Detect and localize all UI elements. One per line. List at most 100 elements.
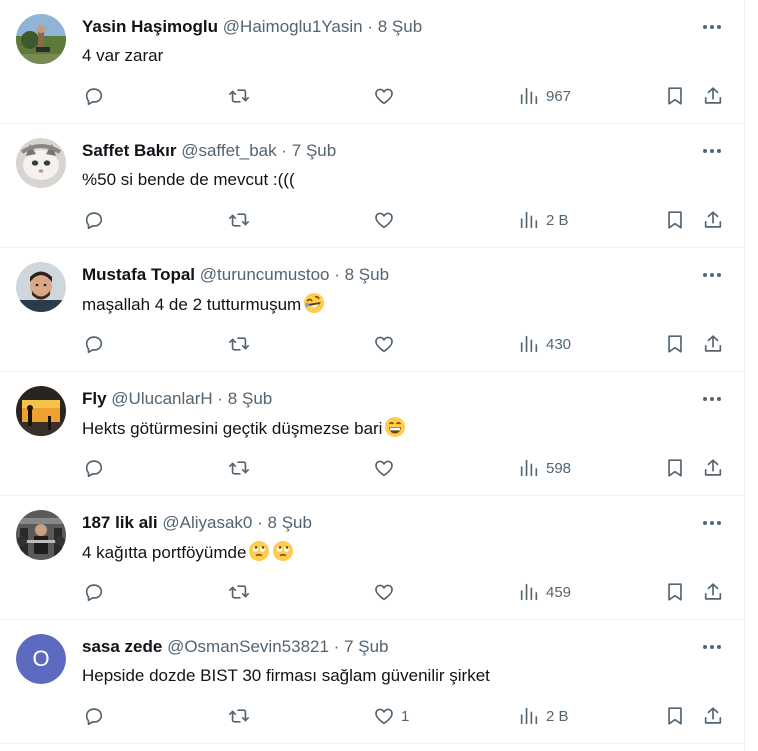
tweet-item[interactable]: Yasin Haşimoglu @Haimoglu1Yasin · 8 Şub … <box>0 0 745 124</box>
retweet-button[interactable] <box>228 704 250 728</box>
avatar[interactable]: O <box>16 634 66 684</box>
bookmark-button[interactable] <box>664 580 686 604</box>
share-button[interactable] <box>702 208 724 232</box>
tweet-text: 4 var zarar <box>82 44 163 68</box>
share-button[interactable] <box>702 456 724 480</box>
tweet-text-content: maşallah 4 de 2 tutturmuşum <box>82 295 302 314</box>
more-icon[interactable] <box>700 512 724 534</box>
bookmark-button[interactable] <box>664 84 686 108</box>
tweet-date[interactable]: 8 Şub <box>378 17 422 36</box>
bookmark-button[interactable] <box>664 332 686 356</box>
share-button[interactable] <box>702 332 724 356</box>
views-icon <box>520 459 538 477</box>
avatar[interactable] <box>16 262 66 312</box>
author-handle[interactable]: @saffet_bak <box>181 141 276 160</box>
author-handle[interactable]: @Aliyasak0 <box>162 513 252 532</box>
avatar[interactable] <box>16 138 66 188</box>
tweet-item[interactable]: O sasa zede @OsmanSevin53821 · 7 Şub Hep… <box>0 620 745 744</box>
retweet-button[interactable] <box>228 84 250 108</box>
tweet-item[interactable]: Fly @UlucanlarH · 8 Şub Hekts götürmesin… <box>0 372 745 496</box>
retweet-button[interactable] <box>228 580 250 604</box>
tweet-text-content: %50 si bende de mevcut :((( <box>82 170 295 189</box>
reply-button[interactable] <box>83 208 105 232</box>
views-button[interactable]: 430 <box>518 332 571 356</box>
views-button[interactable]: 967 <box>518 84 571 108</box>
tweet-date[interactable]: 7 Şub <box>344 637 388 656</box>
bookmark-icon <box>668 459 682 477</box>
tweet-text-content: Hekts götürmesini geçtik düşmezse bari <box>82 419 383 438</box>
like-button[interactable] <box>373 332 401 356</box>
reply-button[interactable] <box>83 332 105 356</box>
reply-button[interactable] <box>83 84 105 108</box>
author-name[interactable]: 187 lik ali <box>82 513 158 532</box>
retweet-button[interactable] <box>228 456 250 480</box>
views-icon <box>520 335 538 353</box>
tweet-header: Fly @UlucanlarH · 8 Şub <box>82 388 272 410</box>
bookmark-icon <box>668 707 682 725</box>
tweet-header: Mustafa Topal @turuncumustoo · 8 Şub <box>82 264 389 286</box>
share-button[interactable] <box>702 580 724 604</box>
more-icon[interactable] <box>700 140 724 162</box>
bookmark-button[interactable] <box>664 704 686 728</box>
retweet-icon <box>229 213 249 227</box>
tweet-item[interactable]: Mustafa Topal @turuncumustoo · 8 Şub maş… <box>0 248 745 372</box>
tweet-text: Hepside dozde BIST 30 firması sağlam güv… <box>82 664 490 688</box>
tweet-date[interactable]: 8 Şub <box>228 389 272 408</box>
reply-button[interactable] <box>83 456 105 480</box>
more-icon[interactable] <box>700 388 724 410</box>
tweet-item[interactable]: Saffet Bakır @saffet_bak · 7 Şub %50 si … <box>0 124 745 248</box>
bookmark-button[interactable] <box>664 208 686 232</box>
author-name[interactable]: Yasin Haşimoglu <box>82 17 218 36</box>
tweet-date[interactable]: 8 Şub <box>345 265 389 284</box>
views-icon <box>520 87 538 105</box>
views-button[interactable]: 2 B <box>518 208 569 232</box>
bookmark-icon <box>668 211 682 229</box>
retweet-button[interactable] <box>228 208 250 232</box>
author-handle[interactable]: @Haimoglu1Yasin <box>223 17 363 36</box>
reply-button[interactable] <box>83 580 105 604</box>
views-button[interactable]: 598 <box>518 456 571 480</box>
author-handle[interactable]: @OsmanSevin53821 <box>167 637 329 656</box>
more-icon[interactable] <box>700 636 724 658</box>
author-name[interactable]: sasa zede <box>82 637 162 656</box>
like-button[interactable] <box>373 208 401 232</box>
author-name[interactable]: Saffet Bakır <box>82 141 176 160</box>
reply-icon <box>85 584 103 602</box>
reply-button[interactable] <box>83 704 105 728</box>
like-icon <box>375 88 393 105</box>
avatar[interactable] <box>16 386 66 436</box>
like-button[interactable] <box>373 84 401 108</box>
avatar[interactable] <box>16 510 66 560</box>
views-button[interactable]: 2 B <box>518 704 569 728</box>
views-icon <box>520 583 538 601</box>
like-icon <box>375 460 393 477</box>
avatar[interactable] <box>16 14 66 64</box>
author-handle[interactable]: @UlucanlarH <box>111 389 212 408</box>
like-button[interactable] <box>373 456 401 480</box>
tweet-header: sasa zede @OsmanSevin53821 · 7 Şub <box>82 636 389 658</box>
like-button[interactable]: 1 <box>373 704 409 728</box>
like-icon <box>375 708 393 725</box>
more-icon[interactable] <box>700 16 724 38</box>
tweet-actions: 1 2 B <box>0 704 745 730</box>
emoji-group <box>301 293 325 314</box>
share-button[interactable] <box>702 704 724 728</box>
tweet-date[interactable]: 7 Şub <box>292 141 336 160</box>
share-button[interactable] <box>702 84 724 108</box>
retweet-button[interactable] <box>228 332 250 356</box>
tweet-text: %50 si bende de mevcut :((( <box>82 168 295 192</box>
tweet-item[interactable]: 187 lik ali @Aliyasak0 · 8 Şub 4 kağıtta… <box>0 496 745 620</box>
tweet-date[interactable]: 8 Şub <box>268 513 312 532</box>
author-name[interactable]: Mustafa Topal <box>82 265 195 284</box>
more-icon[interactable] <box>700 264 724 286</box>
author-name[interactable]: Fly <box>82 389 107 408</box>
author-handle[interactable]: @turuncumustoo <box>200 265 330 284</box>
like-button[interactable] <box>373 580 401 604</box>
bookmark-button[interactable] <box>664 456 686 480</box>
reply-icon <box>85 212 103 230</box>
share-icon <box>704 87 722 104</box>
views-button[interactable]: 459 <box>518 580 571 604</box>
separator-dot: · <box>333 637 340 656</box>
separator-dot: · <box>281 141 288 160</box>
share-icon <box>704 335 722 352</box>
